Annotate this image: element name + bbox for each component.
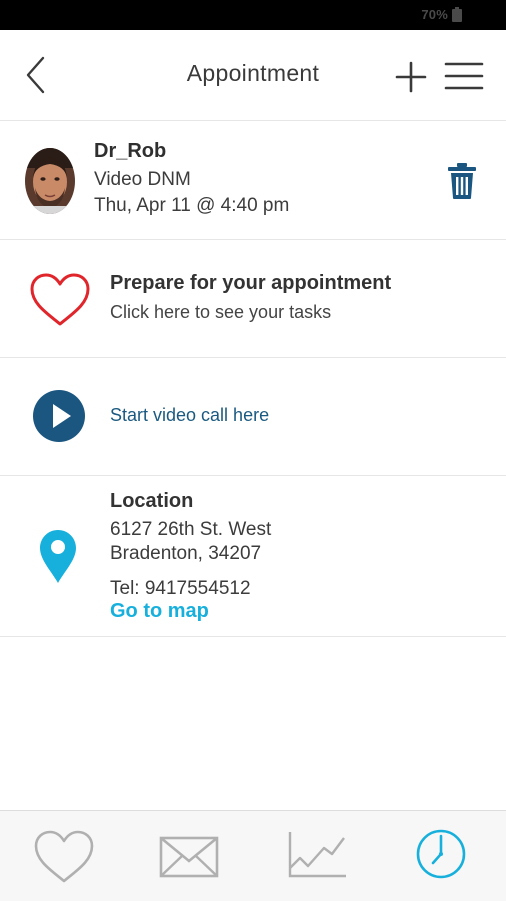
app-header: Appointment <box>0 30 506 121</box>
plus-icon <box>395 61 427 93</box>
tab-messages[interactable] <box>157 828 221 886</box>
prepare-tasks-row[interactable]: Prepare for your appointment Click here … <box>0 240 506 358</box>
go-to-map-link[interactable]: Go to map <box>110 600 209 623</box>
appointment-type: Video DNM <box>94 169 191 190</box>
trash-icon <box>448 163 476 199</box>
start-video-button[interactable] <box>33 390 85 442</box>
location-title: Location <box>110 490 194 512</box>
envelope-icon <box>159 836 219 878</box>
line-chart-icon <box>288 832 346 878</box>
start-video-link[interactable]: Start video call here <box>110 405 269 426</box>
hamburger-menu-icon <box>444 62 484 90</box>
location-street: 6127 26th St. West <box>110 519 272 540</box>
battery-percentage: 70% <box>421 7 448 22</box>
map-pin-icon <box>38 528 78 584</box>
tab-appointments[interactable] <box>412 825 476 883</box>
tab-health[interactable] <box>32 828 96 886</box>
status-bar: 70% <box>0 0 506 30</box>
appointment-datetime: Thu, Apr 11 @ 4:40 pm <box>94 195 290 216</box>
appointment-card[interactable]: Dr_Rob Video DNM Thu, Apr 11 @ 4:40 pm <box>0 121 506 240</box>
location-row: Location 6127 26th St. West Bradenton, 3… <box>0 476 506 637</box>
clock-icon <box>416 829 466 879</box>
play-circle-icon <box>33 390 85 442</box>
delete-appointment-button[interactable] <box>446 162 478 200</box>
tab-progress[interactable] <box>284 828 348 886</box>
bottom-tab-bar <box>0 810 506 901</box>
add-appointment-button[interactable] <box>392 58 430 96</box>
heart-icon <box>34 830 94 883</box>
menu-button[interactable] <box>444 60 484 92</box>
battery-icon <box>452 7 462 22</box>
prepare-title: Prepare for your appointment <box>110 272 392 294</box>
heart-outline-icon <box>28 272 92 328</box>
doctor-name: Dr_Rob <box>94 140 167 162</box>
prepare-subtitle: Click here to see your tasks <box>110 302 332 322</box>
location-city: Bradenton, 34207 <box>110 543 262 564</box>
video-call-row[interactable]: Start video call here <box>0 358 506 476</box>
location-phone[interactable]: Tel: 9417554512 <box>110 578 251 600</box>
page-title: Appointment <box>186 60 320 86</box>
doctor-avatar <box>25 148 75 214</box>
